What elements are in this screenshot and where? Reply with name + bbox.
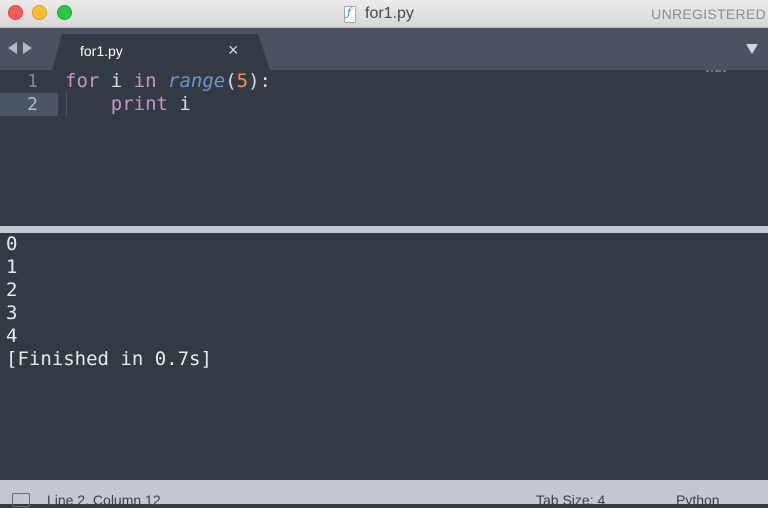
output-line: 4 [6,325,18,347]
editor-line: 1 for i in range(5): [0,70,768,93]
keyword-token: print [110,93,168,115]
tab-bar: for1.py × [0,28,768,70]
syntax-selector[interactable]: Python [676,492,720,508]
tab-navigation [8,42,32,54]
code-line: for i in range(5): [65,70,271,92]
close-window-icon[interactable] [8,5,23,20]
window-title-group: for1.py [344,4,414,24]
editor-line-active: 2 print i [0,93,768,116]
tab-menu-icon[interactable] [746,44,758,54]
cursor-position: Line 2, Column 12 [47,492,161,508]
output-line: 0 [6,233,18,255]
function-token: range [168,70,226,92]
panel-toggle-icon[interactable] [12,493,30,507]
code-line: print i [110,93,191,115]
tab-size-selector[interactable]: Tab Size: 4 [536,492,605,508]
tab-label: for1.py [80,43,123,59]
title-bar: for1.py UNREGISTERED [0,0,768,28]
tab-for1-py[interactable]: for1.py × [52,34,270,70]
output-line: 3 [6,302,18,324]
back-arrow-icon[interactable] [8,42,17,54]
line-number: 2 [27,94,38,115]
minimize-window-icon[interactable] [32,5,47,20]
output-line: 1 [6,256,18,278]
panel-splitter[interactable] [0,226,768,233]
line-number: 1 [27,71,38,92]
build-output-panel: 0 1 2 3 4 [Finished in 0.7s] [0,233,768,480]
keyword-token: for [65,70,100,92]
keyword-token: in [133,70,157,92]
output-finished-line: [Finished in 0.7s] [6,348,212,370]
python-file-icon [344,5,356,23]
indent-guide [66,92,67,116]
output-line: 2 [6,279,18,301]
minimap[interactable] [706,70,728,74]
close-tab-icon[interactable]: × [228,40,239,61]
zoom-window-icon[interactable] [57,5,72,20]
license-status: UNREGISTERED [651,6,766,22]
number-token: 5 [236,70,249,92]
code-editor[interactable]: 1 for i in range(5): 2 print i [0,70,768,226]
forward-arrow-icon[interactable] [23,42,32,54]
window-title: for1.py [365,5,414,22]
status-bar: Line 2, Column 12 Tab Size: 4 Python [0,480,768,508]
